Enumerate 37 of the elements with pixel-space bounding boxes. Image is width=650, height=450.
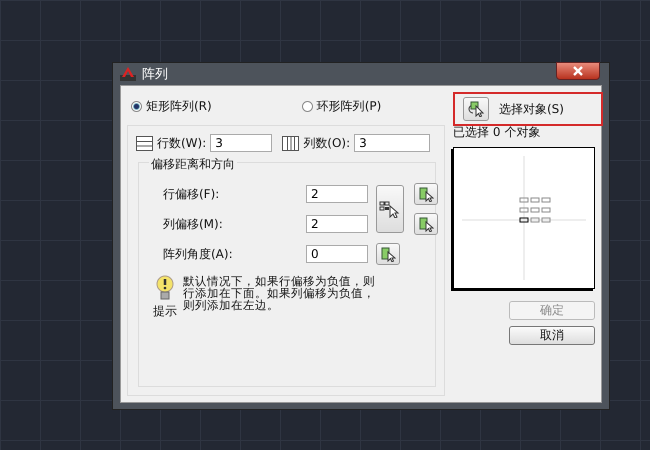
field-label: 行偏移(F): (163, 186, 220, 202)
pick-cursor-icon (380, 246, 396, 262)
pick-button[interactable] (414, 213, 438, 235)
rows-icon (136, 136, 153, 150)
pick-cursor-icon (418, 216, 434, 232)
app-logo-icon (120, 67, 136, 81)
hint-text: 默认情况下，如果行偏移为负值，则行添加在下面。如果列偏移为负值，则列添加在左边。 (183, 275, 376, 314)
pick-button[interactable] (414, 183, 438, 205)
close-icon (573, 66, 583, 76)
rows-input[interactable]: 3 (210, 134, 272, 152)
offset-input[interactable]: 2 (306, 215, 368, 233)
window-title: 阵列 (142, 66, 168, 83)
group-title: 偏移距离和方向 (149, 156, 237, 173)
hint-label: 提示 (153, 303, 177, 320)
grid-cursor-icon (379, 200, 401, 218)
dialog-button[interactable]: 取消 (509, 326, 595, 345)
field-label: 列偏移(M): (163, 216, 224, 232)
select-objects-button[interactable] (463, 97, 489, 121)
pick-both-button[interactable] (376, 185, 404, 233)
radio-label[interactable]: 环形阵列(P) (316, 98, 382, 115)
radio-button[interactable] (131, 101, 142, 112)
field-label: 阵列角度(A): (163, 246, 234, 262)
select-objects-label: 选择对象(S) (499, 100, 564, 118)
offset-input[interactable]: 2 (306, 185, 368, 203)
rows-label: 行数(W): (157, 134, 206, 152)
close-button[interactable] (556, 62, 600, 80)
columns-icon (282, 136, 300, 150)
offset-input[interactable]: 0 (306, 245, 368, 263)
columns-label: 列数(O): (303, 134, 350, 152)
selection-count: 已选择 0 个对象 (453, 124, 542, 141)
lightbulb-icon (155, 275, 175, 301)
columns-input[interactable]: 3 (354, 134, 430, 152)
pick-button[interactable] (376, 243, 400, 265)
radio-label[interactable]: 矩形阵列(R) (146, 98, 212, 115)
pick-cursor-icon (418, 186, 434, 202)
select-cursor-icon (467, 101, 485, 117)
radio-button[interactable] (302, 101, 313, 112)
